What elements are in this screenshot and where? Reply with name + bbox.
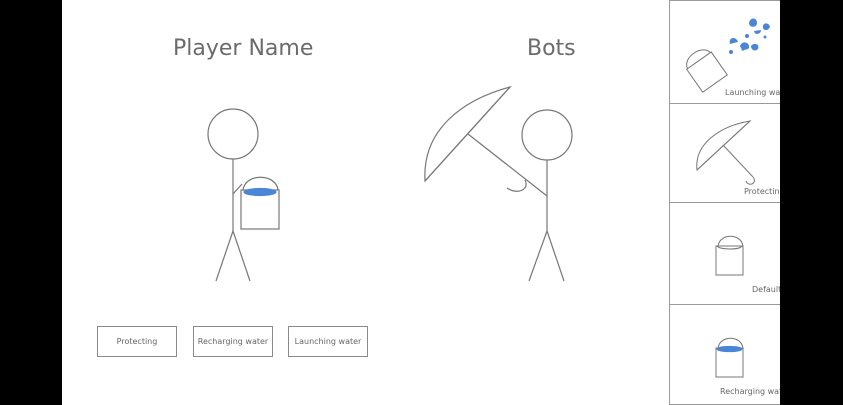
game-stage: Player Name Bots Protecting Recharging w… (62, 0, 780, 405)
panel-label: Recharging water (720, 387, 780, 396)
panel-protecting[interactable]: Protecting (669, 103, 780, 203)
panel-label: Protecting (744, 187, 780, 196)
panel-default[interactable]: Default (669, 202, 780, 305)
launching-water-button[interactable]: Launching water (288, 326, 368, 357)
umbrella-icon (424, 85, 548, 197)
recharging-water-button[interactable]: Recharging water (193, 326, 273, 357)
protecting-button[interactable]: Protecting (97, 326, 177, 357)
panel-label: Launching water (725, 88, 780, 97)
action-sidebar: Launching water Protecting (669, 0, 780, 405)
panel-label: Default (752, 285, 780, 294)
panel-launching-water[interactable]: Launching water (669, 0, 780, 104)
panel-recharging-water[interactable]: Recharging water (669, 304, 780, 405)
bot-head (521, 109, 573, 161)
